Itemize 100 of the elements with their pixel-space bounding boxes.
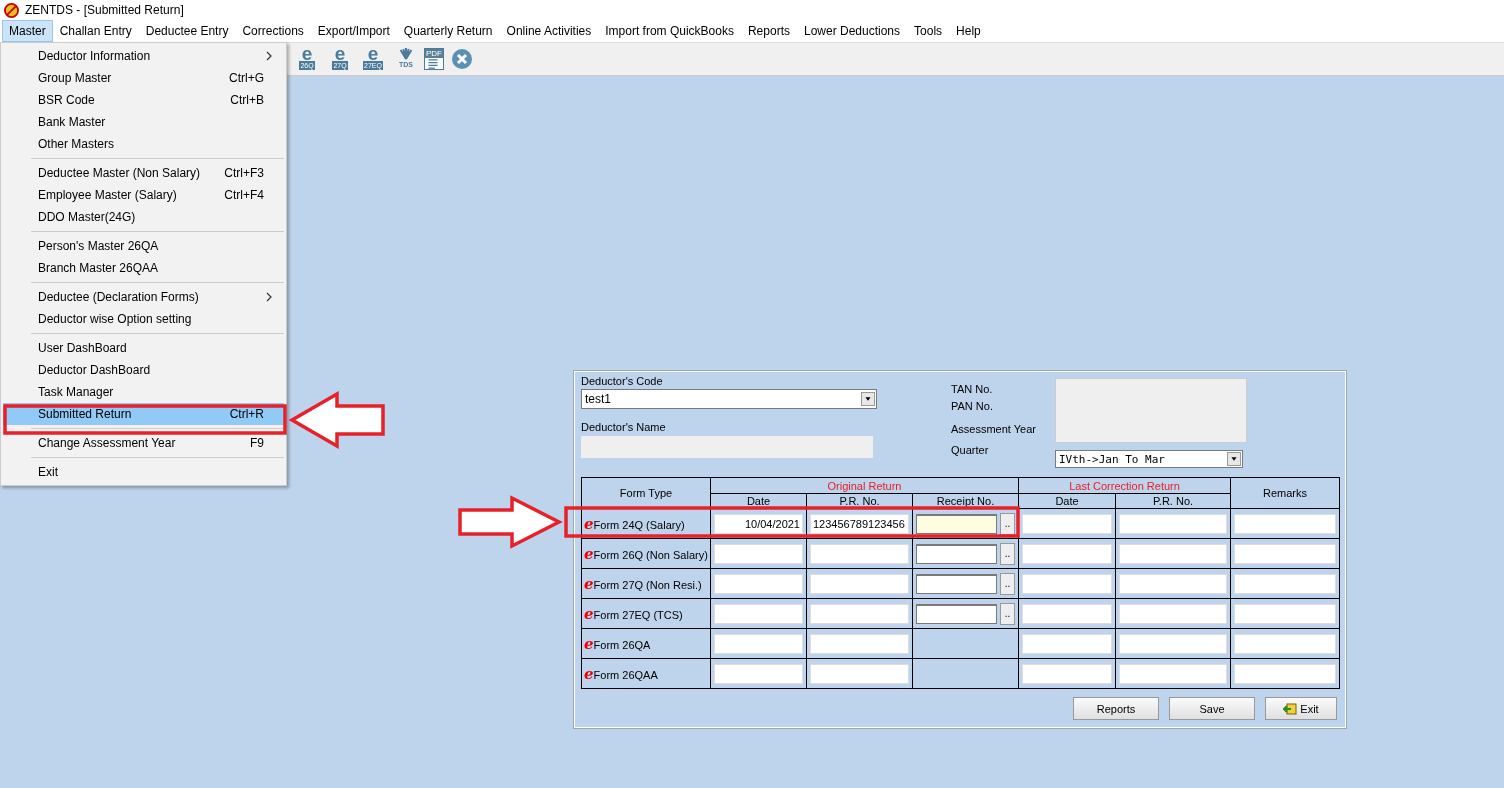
menu-item[interactable]: Task Manager	[3, 381, 284, 403]
close-icon[interactable]	[451, 48, 473, 70]
exit-button[interactable]: Exit	[1265, 697, 1337, 720]
exit-door-icon	[1283, 701, 1298, 716]
dropdown-arrow-icon	[861, 392, 875, 406]
e-form-icon: e	[584, 634, 594, 653]
menu-item[interactable]: Bank Master	[3, 111, 284, 133]
action-button[interactable]: Reports	[1073, 697, 1159, 720]
menu-item[interactable]: Group Master Ctrl+G	[3, 67, 284, 89]
menu-item[interactable]: Lower Deductions	[797, 20, 908, 42]
menu-item[interactable]: Import from QuickBooks	[598, 20, 741, 42]
pr-number-field[interactable]	[810, 633, 909, 654]
pr-number-field[interactable]	[1119, 633, 1228, 654]
date-field[interactable]	[1022, 603, 1113, 624]
pdf-document-icon[interactable]: PDF	[424, 48, 444, 70]
column-header: Form Type	[581, 477, 711, 509]
remarks-field[interactable]	[1234, 633, 1337, 654]
menu-item[interactable]: Employee Master (Salary) Ctrl+F4	[3, 184, 284, 206]
menu-item[interactable]: User DashBoard	[3, 337, 284, 359]
pr-number-field[interactable]: 123456789123456	[810, 513, 909, 534]
pr-number-field[interactable]	[810, 663, 909, 684]
pr-number-field[interactable]	[1119, 663, 1228, 684]
date-field[interactable]	[714, 543, 803, 564]
menu-item[interactable]: Online Activities	[499, 20, 599, 42]
menu-item[interactable]: DDO Master(24G)	[3, 206, 284, 228]
remarks-field[interactable]	[1234, 513, 1337, 534]
e-form-icon: e	[584, 574, 594, 593]
pr-number-field[interactable]	[1119, 543, 1228, 564]
menu-item[interactable]: Deductee Master (Non Salary) Ctrl+F3	[3, 162, 284, 184]
menu-item[interactable]: Exit	[3, 461, 284, 483]
remarks-field[interactable]	[1234, 573, 1337, 594]
menu-item[interactable]: Export/Import	[310, 20, 397, 42]
pr-number-field[interactable]	[1119, 573, 1228, 594]
receipt-number-field[interactable]	[916, 603, 998, 624]
deductor-name-field[interactable]	[581, 436, 873, 458]
menu-item[interactable]: Corrections	[235, 20, 311, 42]
dropdown-arrow-icon	[1227, 452, 1241, 466]
pr-number-field[interactable]	[810, 573, 909, 594]
quarter-dropdown[interactable]: IVth->Jan To Mar	[1055, 450, 1243, 468]
menu-item[interactable]: Tools	[907, 20, 950, 42]
form-type-label: Form 26QA	[593, 638, 651, 651]
remarks-field[interactable]	[1234, 543, 1337, 564]
menu-item[interactable]: Master	[2, 20, 53, 42]
field-label: PAN No.	[951, 400, 994, 412]
menu-item[interactable]: Help	[949, 20, 988, 42]
action-button[interactable]: Save	[1169, 697, 1255, 720]
receipt-number-field[interactable]	[916, 543, 998, 564]
column-header: Date	[1018, 493, 1116, 509]
browse-button[interactable]: ..	[1000, 542, 1016, 565]
date-field[interactable]	[1022, 633, 1113, 654]
column-header: Remarks	[1230, 477, 1340, 509]
window-title: ZENTDS - [Submitted Return]	[25, 3, 184, 17]
app-logo-icon	[4, 2, 19, 18]
menu-item[interactable]: Deductee (Declaration Forms)	[3, 286, 284, 308]
field-label: Deductor's Name	[581, 421, 667, 433]
menu-item[interactable]: Other Masters	[3, 133, 284, 155]
date-field[interactable]	[1022, 573, 1113, 594]
date-field[interactable]	[714, 663, 803, 684]
e-form-icon: e	[584, 514, 594, 533]
e-form-icon: e	[584, 544, 594, 563]
menu-item[interactable]: Deductor wise Option setting	[3, 308, 284, 330]
menu-item[interactable]: Reports	[740, 20, 797, 42]
remarks-field[interactable]	[1234, 603, 1337, 624]
field-label: Deductor's Code	[581, 375, 664, 387]
date-field[interactable]	[714, 573, 803, 594]
pr-number-field[interactable]	[1119, 513, 1228, 534]
form-type-label: Form 26Q (Non Salary)	[593, 548, 708, 561]
receipt-number-field[interactable]	[916, 513, 998, 534]
receipt-number-field[interactable]	[916, 573, 998, 594]
menu-item[interactable]: BSR Code Ctrl+B	[3, 89, 284, 111]
e-form-icon: e	[584, 604, 594, 623]
pr-number-field[interactable]	[810, 603, 909, 624]
menu-item[interactable]: Person's Master 26QA	[3, 235, 284, 257]
menu-item[interactable]: Deductee Entry	[138, 20, 236, 42]
menu-item[interactable]: Challan Entry	[52, 20, 139, 42]
group-header: Last Correction Return	[1018, 477, 1231, 494]
date-field[interactable]: 10/04/2021	[714, 513, 803, 534]
e-form-icon: e	[584, 664, 594, 683]
form-type-label: Form 27Q (Non Resi.)	[593, 578, 702, 591]
menu-item[interactable]: Quarterly Return	[396, 20, 500, 42]
date-field[interactable]	[714, 603, 803, 624]
date-field[interactable]	[714, 633, 803, 654]
menu-item[interactable]: Deductor DashBoard	[3, 359, 284, 381]
date-field[interactable]	[1022, 543, 1113, 564]
group-header: Original Return	[710, 477, 1019, 494]
pr-number-field[interactable]	[810, 543, 909, 564]
browse-button[interactable]: ..	[1000, 512, 1016, 535]
menu-item[interactable]: Branch Master 26QAA	[3, 257, 284, 279]
field-label: Quarter	[951, 444, 990, 456]
deductor-code-dropdown[interactable]: test1	[581, 389, 877, 409]
form-type-label: Form 27EQ (TCS)	[593, 608, 683, 621]
menu-item[interactable]: Change Assessment Year F9	[3, 432, 284, 454]
browse-button[interactable]: ..	[1000, 572, 1016, 595]
date-field[interactable]	[1022, 663, 1113, 684]
menu-item[interactable]: Deductor Information	[3, 45, 284, 67]
pr-number-field[interactable]	[1119, 603, 1228, 624]
date-field[interactable]	[1022, 513, 1113, 534]
browse-button[interactable]: ..	[1000, 602, 1016, 625]
form-type-label: Form 24Q (Salary)	[593, 518, 685, 531]
remarks-field[interactable]	[1234, 663, 1337, 684]
